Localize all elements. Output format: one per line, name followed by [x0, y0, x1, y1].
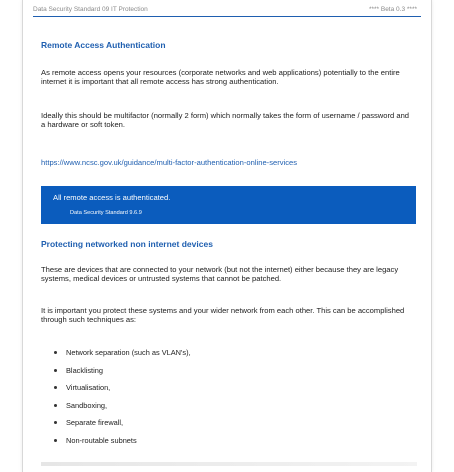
techniques-list: Network separation (such as VLAN's), Bla…	[41, 348, 191, 453]
paragraph-remote-access-intro: As remote access opens your resources (c…	[41, 68, 400, 87]
callout-text: All remote access is authenticated.	[53, 193, 171, 202]
ncsc-guidance-link[interactable]: https://www.ncsc.gov.uk/guidance/multi-f…	[41, 158, 297, 167]
paragraph-networked-devices: These are devices that are connected to …	[41, 265, 399, 284]
list-item: Sandboxing,	[41, 401, 191, 419]
list-item: Network separation (such as VLAN's),	[41, 348, 191, 366]
list-item: Non-routable subnets	[41, 436, 191, 454]
list-item: Blacklisting	[41, 366, 191, 384]
list-item: Separate firewall,	[41, 418, 191, 436]
section-title-remote-access: Remote Access Authentication	[41, 40, 166, 50]
page-header: Data Security Standard 09 IT Protection …	[33, 6, 421, 17]
standard-callout: All remote access is authenticated. Data…	[41, 186, 416, 224]
paragraph-multifactor: Ideally this should be multifactor (norm…	[41, 111, 410, 130]
header-title: Data Security Standard 09 IT Protection	[33, 6, 148, 13]
document-page: Data Security Standard 09 IT Protection …	[22, 0, 432, 472]
callout-reference: Data Security Standard 9.6.9	[70, 210, 142, 216]
header-version: **** Beta 0.3 ****	[368, 6, 417, 13]
list-item: Virtualisation,	[41, 383, 191, 401]
paragraph-protection-techniques: It is important you protect these system…	[41, 306, 405, 325]
faded-text-line	[41, 462, 417, 466]
section-title-networked-devices: Protecting networked non internet device…	[41, 239, 213, 249]
